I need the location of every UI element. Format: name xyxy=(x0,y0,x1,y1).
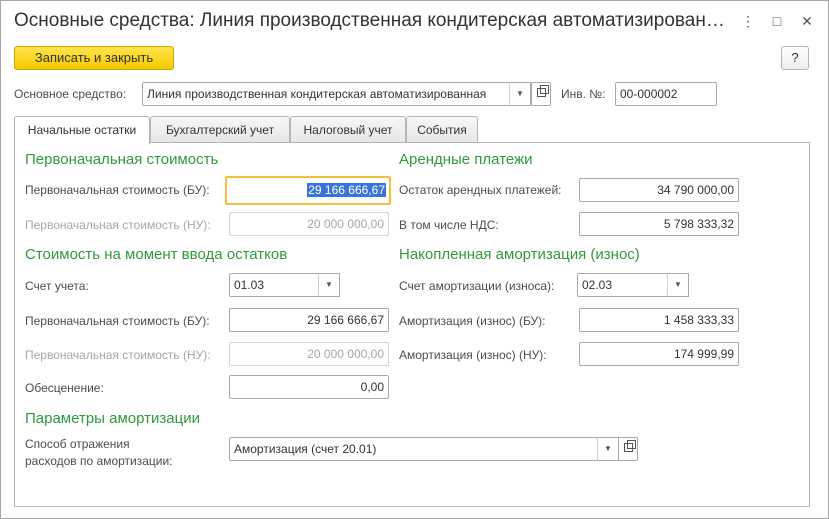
inv-label: Инв. №: xyxy=(561,87,606,101)
title-bar: Основные средства: Линия производственна… xyxy=(1,1,828,41)
vat-label: В том числе НДС: xyxy=(399,218,499,232)
inv-number-field[interactable]: 00-000002 xyxy=(615,82,717,106)
form-window: Основные средства: Линия производственна… xyxy=(0,0,829,519)
initial-cost-bu-label: Первоначальная стоимость (БУ): xyxy=(25,183,210,197)
account-label: Счет учета: xyxy=(25,279,89,293)
depr-nu-field[interactable]: 174 999,99 xyxy=(579,342,739,366)
open-form-icon[interactable] xyxy=(531,82,551,106)
window-title: Основные средства: Линия производственна… xyxy=(14,10,725,31)
tab-events[interactable]: События xyxy=(406,116,478,143)
depr-bu-field[interactable]: 1 458 333,33 xyxy=(579,308,739,332)
impairment-field[interactable]: 0,00 xyxy=(229,375,389,399)
depr-nu-label: Амортизация (износ) (НУ): xyxy=(399,348,547,362)
section-accumulated-depreciation: Накопленная амортизация (износ) xyxy=(399,246,640,263)
cost-bu-label: Первоначальная стоимость (БУ): xyxy=(25,314,210,328)
help-button[interactable]: ? xyxy=(781,46,809,70)
section-depreciation-params: Параметры амортизации xyxy=(25,410,200,427)
cost-nu-label: Первоначальная стоимость (НУ): xyxy=(25,348,211,362)
tab-tax[interactable]: Налоговый учет xyxy=(290,116,406,143)
initial-cost-nu-field: 20 000 000,00 xyxy=(229,212,389,236)
initial-cost-nu-label: Первоначальная стоимость (НУ): xyxy=(25,218,211,232)
section-initial-cost: Первоначальная стоимость xyxy=(25,151,219,168)
impairment-label: Обесценение: xyxy=(25,381,104,395)
save-and-close-button[interactable]: Записать и закрыть xyxy=(14,46,174,70)
cost-bu-field[interactable]: 29 166 666,67 xyxy=(229,308,389,332)
depr-bu-label: Амортизация (износ) (БУ): xyxy=(399,314,546,328)
lease-balance-label: Остаток арендных платежей: xyxy=(399,183,562,197)
section-lease-payments: Арендные платежи xyxy=(399,151,533,168)
asset-label: Основное средство: xyxy=(14,87,127,101)
depr-account-field[interactable]: 02.03 xyxy=(577,273,668,297)
chevron-down-icon[interactable]: ▼ xyxy=(318,273,340,297)
initial-cost-bu-value: 29 166 666,67 xyxy=(307,183,386,197)
expense-method-label-line2: расходов по амортизации: xyxy=(25,454,173,468)
tab-accounting[interactable]: Бухгалтерский учет xyxy=(150,116,290,143)
vat-field[interactable]: 5 798 333,32 xyxy=(579,212,739,236)
account-field[interactable]: 01.03 xyxy=(229,273,319,297)
chevron-down-icon[interactable]: ▼ xyxy=(667,273,689,297)
lease-balance-field[interactable]: 34 790 000,00 xyxy=(579,178,739,202)
open-form-icon[interactable] xyxy=(618,437,638,461)
maximize-icon[interactable]: □ xyxy=(768,12,786,30)
close-icon[interactable]: ✕ xyxy=(798,12,816,30)
expense-method-label-line1: Способ отражения xyxy=(25,437,130,451)
more-menu-icon[interactable]: ⋮ xyxy=(739,12,757,30)
cost-nu-field: 20 000 000,00 xyxy=(229,342,389,366)
expense-method-field[interactable]: Амортизация (счет 20.01) xyxy=(229,437,598,461)
chevron-down-icon[interactable]: ▼ xyxy=(597,437,619,461)
initial-cost-bu-field[interactable]: 29 166 666,67 xyxy=(225,176,391,205)
chevron-down-icon[interactable]: ▼ xyxy=(509,82,531,106)
tab-initial-balances[interactable]: Начальные остатки xyxy=(14,116,150,144)
asset-field[interactable]: Линия производственная кондитерская авто… xyxy=(142,82,510,106)
section-cost-at-entry: Стоимость на момент ввода остатков xyxy=(25,246,288,263)
depr-account-label: Счет амортизации (износа): xyxy=(399,279,555,293)
